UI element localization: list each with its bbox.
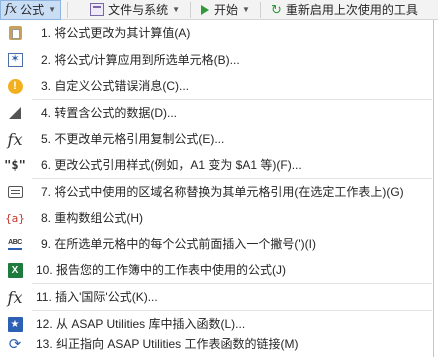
toolbar-divider — [190, 1, 192, 18]
menu-item-label: 11. 插入'国际'公式(K)... — [36, 290, 158, 304]
menu-item-label: 2. 将公式/计算应用到所选单元格(B)... — [41, 53, 240, 67]
menu-item-label: 4. 转置含公式的数据(D)... — [41, 106, 178, 120]
menu-item-label: 13. 纠正指向 ASAP Utilities 工作表函数的链接(M) — [36, 337, 299, 351]
toolbar-divider — [67, 1, 69, 18]
menu-item-11[interactable]: fx 11. 插入'国际'公式(K)... — [0, 284, 433, 310]
menu-item-6[interactable]: "$" 6. 更改公式引用样式(例如，A1 变为 $A1 等)(F)... — [0, 152, 433, 178]
menu-item-1[interactable]: 1. 将公式更改为其计算值(A) — [0, 20, 433, 46]
insert-function-icon: ★ — [6, 316, 24, 332]
fx-icon: fx — [7, 129, 23, 149]
menu-item-label: 10. 报告您的工作簿中的工作表中使用的公式(J) — [36, 263, 287, 277]
warning-icon: ! — [6, 78, 24, 94]
play-icon — [201, 4, 210, 15]
menu-item-8[interactable]: {a} 8. 重构数组公式(H) — [0, 205, 433, 231]
dollar-reference-icon: "$" — [4, 158, 26, 172]
menu-item-13[interactable]: ⟳ 13. 纠正指向 ASAP Utilities 工作表函数的链接(M) — [0, 331, 433, 357]
chevron-down-icon: ▼ — [172, 5, 181, 14]
abc-apostrophe-icon: ABC — [6, 236, 24, 252]
start-button[interactable]: 开始 ▼ — [197, 0, 254, 20]
menu-item-label: 6. 更改公式引用样式(例如，A1 变为 $A1 等)(F)... — [41, 158, 302, 172]
chevron-down-icon: ▼ — [48, 5, 57, 14]
start-label: 开始 — [214, 3, 239, 17]
menu-item-7[interactable]: 7. 将公式中使用的区域名称替换为其单元格引用(在选定工作表上)(G) — [0, 179, 433, 205]
files-system-button[interactable]: 文件与系统 ▼ — [86, 0, 184, 20]
menu-item-5[interactable]: fx 5. 不更改单元格引用复制公式(E)... — [0, 126, 433, 152]
menu-item-2[interactable]: 2. 将公式/计算应用到所选单元格(B)... — [0, 47, 433, 73]
toolbar-divider — [259, 1, 261, 18]
array-formula-icon: {a} — [5, 211, 25, 225]
menu-item-9[interactable]: ABC 9. 在所选单元格中的每个公式前面插入一个撇号(')(I) — [0, 231, 433, 257]
rerun-last-tool-label: 重新启用上次使用的工具 — [285, 3, 418, 17]
apply-formula-icon — [6, 52, 24, 68]
fx-icon: fx — [5, 2, 18, 17]
files-icon — [90, 3, 105, 16]
transpose-icon — [6, 105, 24, 121]
paste-values-icon — [6, 25, 24, 41]
name-replace-icon — [6, 184, 24, 200]
formula-dropdown-menu: 1. 将公式更改为其计算值(A) 2. 将公式/计算应用到所选单元格(B)...… — [0, 20, 434, 357]
refresh-icon: ↻ — [270, 1, 282, 17]
files-system-label: 文件与系统 — [108, 3, 169, 17]
menu-item-label: 9. 在所选单元格中的每个公式前面插入一个撇号(')(I) — [41, 237, 316, 251]
menu-item-10[interactable]: X 10. 报告您的工作簿中的工作表中使用的公式(J) — [0, 257, 433, 283]
menu-item-4[interactable]: 4. 转置含公式的数据(D)... — [0, 100, 433, 126]
formula-menu-button[interactable]: fx 公式 ▼ — [0, 0, 62, 20]
ribbon-toolbar: fx 公式 ▼ 文件与系统 ▼ 开始 ▼ ↻ 重新启用上次使用的工具 — [0, 0, 438, 20]
menu-item-label: 8. 重构数组公式(H) — [41, 211, 144, 225]
menu-item-3[interactable]: ! 3. 自定义公式错误消息(C)... — [0, 73, 433, 99]
chevron-down-icon: ▼ — [242, 5, 250, 14]
formula-menu-label: 公式 — [20, 3, 45, 17]
sync-links-icon: ⟳ — [8, 336, 22, 353]
rerun-last-tool-button[interactable]: ↻ 重新启用上次使用的工具 — [267, 0, 422, 20]
excel-report-icon: X — [6, 262, 24, 278]
menu-item-label: 5. 不更改单元格引用复制公式(E)... — [41, 132, 225, 146]
menu-item-label: 1. 将公式更改为其计算值(A) — [41, 26, 191, 40]
menu-item-label: 7. 将公式中使用的区域名称替换为其单元格引用(在选定工作表上)(G) — [41, 185, 404, 199]
fx-international-icon: fx — [7, 287, 23, 307]
menu-item-label: 3. 自定义公式错误消息(C)... — [41, 79, 190, 93]
